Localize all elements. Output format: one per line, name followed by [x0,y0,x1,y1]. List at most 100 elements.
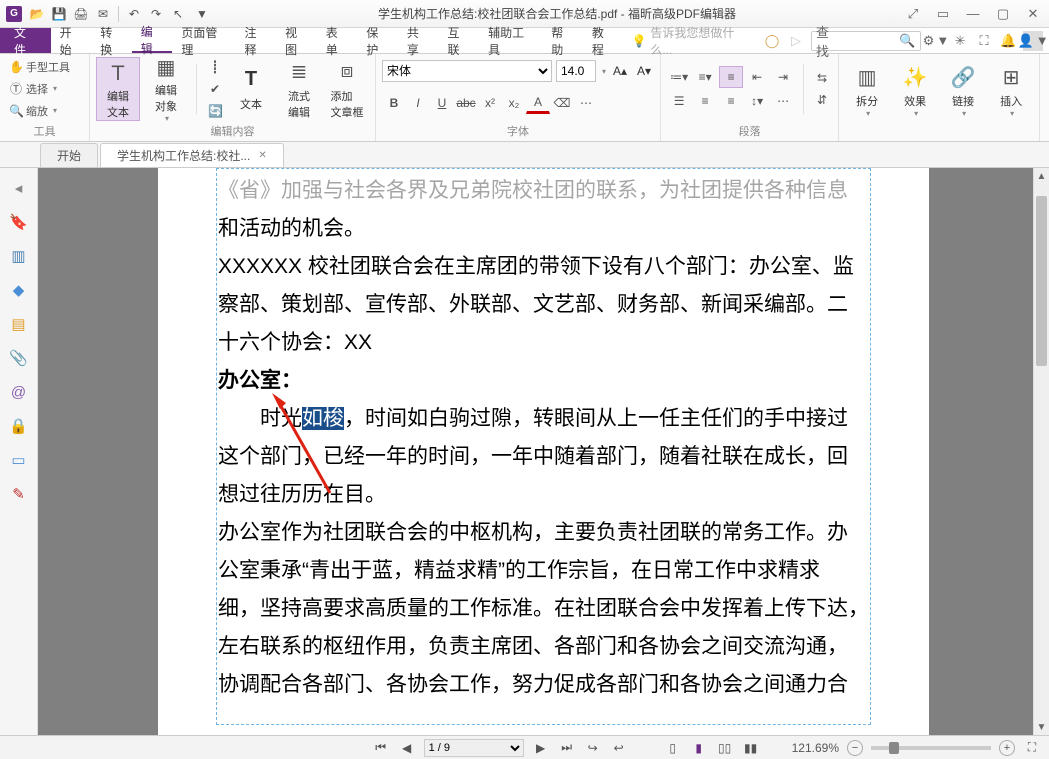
bell-icon[interactable]: 🔔 [999,32,1017,50]
bold-button[interactable]: B [382,92,406,114]
strike-button[interactable]: abc [454,92,478,114]
file-tab[interactable]: 文件 [0,28,51,53]
number-list-button[interactable]: ≡▾ [693,66,717,88]
indent-button[interactable]: ⇥ [771,66,795,88]
font-size-input[interactable] [556,60,596,82]
qat-redo-icon[interactable]: ↷ [147,5,165,23]
writing-dir1[interactable]: ⇆ [812,68,832,88]
tab-view[interactable]: 视图 [276,28,317,53]
italic-button[interactable]: I [406,92,430,114]
goto-page-button[interactable]: ↪ [584,741,602,755]
text-button[interactable]: T 文本 [229,57,273,121]
outdent-button[interactable]: ⇤ [745,66,769,88]
align-left-button[interactable]: ≡ [719,66,743,88]
find-replace[interactable]: 🔄 [205,101,225,121]
zoom-slider[interactable] [871,746,991,750]
attachments-panel-icon[interactable]: 📎 [9,348,29,368]
tab-protect[interactable]: 保护 [357,28,398,53]
minimize-ribbon-icon[interactable]: ▭ [933,4,953,24]
tab-start-page[interactable]: 开始 [40,143,98,167]
prev-page-button[interactable]: ◀ [398,741,416,755]
nav-fwd-icon[interactable]: ▷ [787,32,805,50]
edit-text-button[interactable]: Ｔ 编辑 文本 [96,57,140,121]
tab-share[interactable]: 共享 [398,28,439,53]
bullet-list-button[interactable]: ≔▾ [667,66,691,88]
zoom-knob[interactable] [889,742,899,754]
security-panel-icon[interactable]: 🔒 [9,416,29,436]
view-single-icon[interactable]: ▯ [664,741,682,755]
vertical-scrollbar[interactable]: ▲ ▼ [1033,168,1049,735]
combine-text[interactable]: ┋ [205,57,225,77]
add-frame-button[interactable]: ⧈ 添加 文章框 [325,57,369,121]
qat-email-icon[interactable]: ✉ [94,5,112,23]
superscript-button[interactable]: x² [478,92,502,114]
signatures-panel-icon[interactable]: ✎ [9,484,29,504]
shrink-font-icon[interactable]: A▾ [634,64,654,78]
line-spacing-button[interactable]: ↕▾ [745,90,769,112]
tab-start[interactable]: 开始 [51,28,92,53]
align-center-button[interactable]: ≡ [693,90,717,112]
underline-button[interactable]: U [430,92,454,114]
first-page-button[interactable]: ⏮ [372,740,390,755]
subscript-button[interactable]: x₂ [502,92,526,114]
qat-dropdown-icon[interactable]: ▼ [193,5,211,23]
para-more-icon[interactable]: ⋯ [771,90,795,112]
tab-help[interactable]: 帮助 [542,28,583,53]
fields-panel-icon[interactable]: ▭ [9,450,29,470]
tab-edit[interactable]: 编辑 [132,28,173,53]
qat-save-icon[interactable]: 💾 [50,5,68,23]
link-button[interactable]: 🔗链接▾ [941,59,985,123]
tab-convert[interactable]: 转换 [91,28,132,53]
select-tool[interactable]: Ⓣ选择▾ [6,79,73,99]
page-selector[interactable]: 1 / 9 [424,739,524,757]
hand-tool[interactable]: ✋手型工具 [6,57,73,77]
readmode-icon[interactable]: ⤢ [903,4,923,24]
zoom-out-button[interactable]: − [847,740,863,756]
view-facing-icon[interactable]: ▯▯ [716,741,734,755]
view-cont-facing-icon[interactable]: ▮▮ [742,741,760,755]
font-name-select[interactable]: 宋体 [382,60,552,82]
document-view[interactable]: 《省》加强与社会各界及兄弟院校社团的联系，为社团提供各种信息 和活动的机会。 X… [38,168,1049,735]
nav-back-icon[interactable]: ◯ [763,32,781,50]
minimize-icon[interactable]: — [963,4,983,24]
tab-accessibility[interactable]: 辅助工具 [479,28,542,53]
insert-button[interactable]: ⊞插入▾ [989,59,1033,123]
tab-pages[interactable]: 页面管理 [172,28,235,53]
close-icon[interactable]: ✕ [1023,4,1043,24]
font-color-button[interactable]: A [526,92,550,114]
comments-panel-icon[interactable]: ▤ [9,314,29,334]
find-box[interactable]: 查找 🔍 [811,31,921,51]
split-button[interactable]: ▥拆分▾ [845,59,889,123]
tab-document[interactable]: 学生机构工作总结:校社... ✕ [100,143,284,167]
tab-form[interactable]: 表单 [317,28,358,53]
maximize-icon[interactable]: ▢ [993,4,1013,24]
search-icon[interactable]: 🔍 [898,32,916,50]
scroll-thumb[interactable] [1036,196,1047,366]
fit-page-button[interactable]: ⛶ [1023,740,1041,755]
font-more-icon[interactable]: ⋯ [574,92,598,114]
grow-font-icon[interactable]: A▴ [610,64,630,78]
clear-format-button[interactable]: ⌫ [550,92,574,114]
view-continuous-icon[interactable]: ▮ [690,741,708,755]
last-page-button[interactable]: ⏭ [558,740,576,755]
bookmark-panel-icon[interactable]: 🔖 [9,212,29,232]
align-right-button[interactable]: ≡ [719,90,743,112]
scroll-up-icon[interactable]: ▲ [1034,168,1049,184]
settings-icon[interactable]: ⚙▼ [927,32,945,50]
qat-undo-icon[interactable]: ↶ [125,5,143,23]
qat-open-icon[interactable]: 📂 [28,5,46,23]
share-icon[interactable]: ✳ [951,32,969,50]
next-page-button[interactable]: ▶ [532,741,550,755]
user-icon[interactable]: 👤▼ [1023,31,1043,51]
tell-me-box[interactable]: 💡 告诉我您想做什么... [623,28,757,53]
writing-dir2[interactable]: ⇵ [812,90,832,110]
qat-cursor-icon[interactable]: ↖ [169,5,187,23]
layers-panel-icon[interactable]: ◆ [9,280,29,300]
effect-button[interactable]: ✨效果▾ [893,59,937,123]
return-page-button[interactable]: ↩ [610,741,628,755]
fullscreen-icon[interactable]: ⛶ [975,32,993,50]
spellcheck[interactable]: ✔ [205,79,225,99]
edit-object-button[interactable]: ▦ 编辑 对象 ▾ [144,57,188,121]
links-panel-icon[interactable]: @ [9,382,29,402]
nav-collapse-icon[interactable]: ◂ [9,178,29,198]
